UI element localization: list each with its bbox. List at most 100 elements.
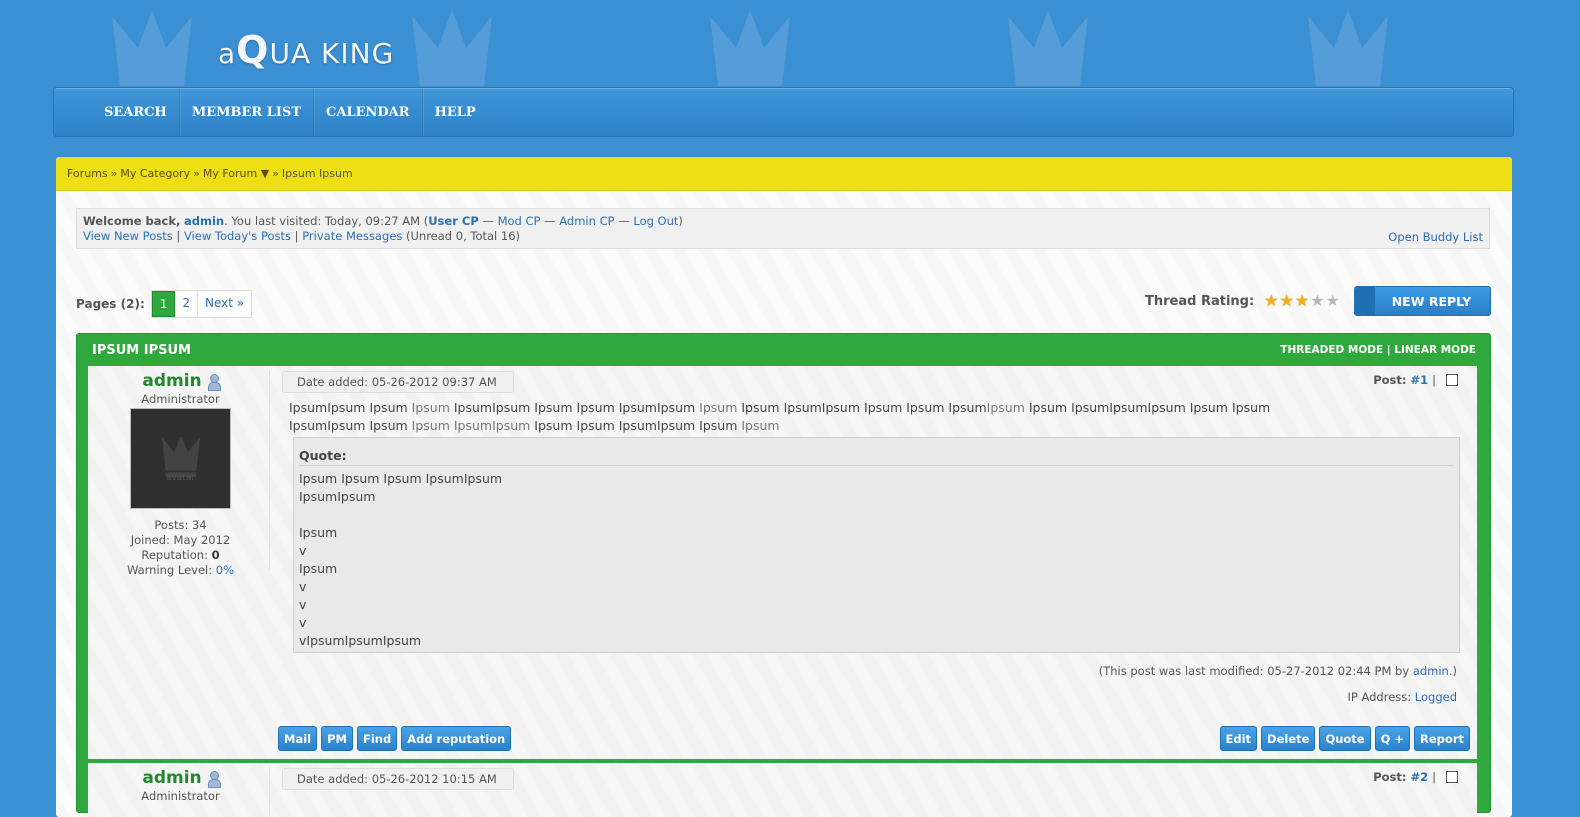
text: Ipsum xyxy=(699,400,738,415)
page-2[interactable]: 2 xyxy=(175,291,199,317)
author-name[interactable]: admin xyxy=(142,371,201,391)
page-1[interactable]: 1 xyxy=(151,291,176,317)
nav-calendar[interactable]: CALENDAR xyxy=(314,88,423,136)
quote-header: Quote: xyxy=(299,447,1454,466)
select-post-checkbox[interactable] xyxy=(1446,374,1458,386)
threaded-mode-link[interactable]: THREADED MODE xyxy=(1280,344,1383,356)
view-modes: THREADED MODE | LINEAR MODE xyxy=(1280,344,1476,356)
user-cp-link[interactable]: User CP xyxy=(428,214,479,228)
nav-help[interactable]: HELP xyxy=(423,88,488,136)
thread-header: IPSUM IPSUM THREADED MODE | LINEAR MODE xyxy=(77,334,1490,366)
find-button[interactable]: Find xyxy=(356,726,398,751)
modified-by-link[interactable]: admin xyxy=(1413,664,1449,678)
pm-counts: (Unread 0, Total 16) xyxy=(402,229,521,243)
next-page-link[interactable]: Next » xyxy=(198,291,251,317)
author-joined: Joined: May 2012 xyxy=(130,533,231,547)
author-divider xyxy=(269,767,270,817)
welcome-username[interactable]: admin xyxy=(184,214,224,228)
avatar-caption: avatar xyxy=(165,473,196,483)
star-icon[interactable]: ★ xyxy=(1264,293,1278,309)
quote-line: v xyxy=(299,543,307,558)
breadcrumb-category[interactable]: My Category xyxy=(120,167,190,180)
post: admin Administrator avatar Posts: 34 Joi… xyxy=(88,366,1477,759)
pipe: | xyxy=(1432,373,1436,387)
paren: ) xyxy=(678,214,683,228)
mail-button[interactable]: Mail xyxy=(278,726,318,751)
modified-suffix: .) xyxy=(1448,664,1457,678)
quote-line xyxy=(299,506,1454,524)
rating-stars[interactable]: ★ ★ ★ ★ ★ xyxy=(1264,293,1340,309)
star-icon[interactable]: ★ xyxy=(1310,293,1324,309)
pipe: | xyxy=(172,229,184,243)
edit-button[interactable]: Edit xyxy=(1219,726,1258,751)
dash: — xyxy=(614,214,634,228)
breadcrumb-sep: » xyxy=(193,167,200,180)
warning-level-link[interactable]: 0% xyxy=(216,563,234,577)
last-visited: . You last visited: Today, 09:27 AM ( xyxy=(224,214,429,228)
text: IpsumIpsum Ipsum xyxy=(289,400,412,415)
welcome-box: Welcome back, admin. You last visited: T… xyxy=(76,208,1490,249)
author-role: Administrator xyxy=(141,392,220,406)
star-icon[interactable]: ★ xyxy=(1326,293,1340,309)
quote-line: Ipsum xyxy=(299,561,338,576)
quote-line: Ipsum xyxy=(299,525,338,540)
ip-address: IP Address: Logged xyxy=(1347,690,1457,704)
add-reputation-button[interactable]: Add reputation xyxy=(401,726,512,751)
author-name[interactable]: admin xyxy=(142,768,201,788)
avatar[interactable]: avatar xyxy=(130,408,231,509)
multiquote-button[interactable]: Q + xyxy=(1374,726,1411,751)
welcome-greeting: Welcome back, xyxy=(83,214,181,228)
site-logo[interactable]: aQua king xyxy=(218,28,394,72)
admin-cp-link[interactable]: Admin CP xyxy=(559,214,614,228)
post-label: Post: xyxy=(1373,373,1407,387)
reputation-label: Reputation: xyxy=(141,548,212,562)
nav-search[interactable]: SEARCH xyxy=(92,88,180,136)
pm-button[interactable]: PM xyxy=(321,726,353,751)
pages-label: Pages (2): xyxy=(76,297,145,311)
quote-line: v xyxy=(299,597,307,612)
report-button[interactable]: Report xyxy=(1414,726,1470,751)
breadcrumb-current: Ipsum Ipsum xyxy=(281,167,353,180)
star-icon[interactable]: ★ xyxy=(1280,293,1294,309)
quote-line: v xyxy=(299,615,307,630)
dash: — xyxy=(540,214,560,228)
new-reply-icon xyxy=(1355,287,1375,315)
offline-user-icon xyxy=(207,373,221,391)
author-divider xyxy=(269,370,270,570)
quote-button[interactable]: Quote xyxy=(1319,726,1371,751)
linear-mode-link[interactable]: LINEAR MODE xyxy=(1394,344,1476,356)
select-post-checkbox[interactable] xyxy=(1446,771,1458,783)
nav-member-list[interactable]: MEMBER LIST xyxy=(180,88,315,136)
quote-line: IpsumIpsum xyxy=(299,489,376,504)
post-number: Post: #2 | xyxy=(1373,770,1458,784)
post-permalink[interactable]: #1 xyxy=(1410,373,1428,387)
text: Ipsum IpsumIpsum Ipsum Ipsum Ipsum xyxy=(737,400,987,415)
star-icon[interactable]: ★ xyxy=(1295,293,1309,309)
dash: — xyxy=(478,214,498,228)
breadcrumb-forums[interactable]: Forums xyxy=(67,167,108,180)
view-todays-posts-link[interactable]: View Today's Posts xyxy=(184,229,291,243)
pagination: Pages (2): 1 2 Next » xyxy=(76,290,253,318)
ip-logged-link[interactable]: Logged xyxy=(1415,690,1457,704)
delete-button[interactable]: Delete xyxy=(1261,726,1316,751)
thread-title: IPSUM IPSUM xyxy=(92,342,191,358)
post-date: Date added: 05-26-2012 10:15 AM xyxy=(282,768,514,790)
post-date: Date added: 05-26-2012 09:37 AM xyxy=(282,371,514,393)
mod-cp-link[interactable]: Mod CP xyxy=(498,214,541,228)
new-reply-button[interactable]: NEW REPLY xyxy=(1354,286,1491,316)
post: admin Administrator Date added: 05-26-20… xyxy=(88,763,1477,817)
private-messages-link[interactable]: Private Messages xyxy=(302,229,402,243)
main-nav: SEARCH MEMBER LIST CALENDAR HELP xyxy=(53,87,1514,137)
post-permalink[interactable]: #2 xyxy=(1410,770,1428,784)
view-new-posts-link[interactable]: View New Posts xyxy=(83,229,173,243)
breadcrumb-forum[interactable]: My Forum ▼ xyxy=(203,167,269,180)
pipe: | xyxy=(1432,770,1436,784)
quote-block: Quote: Ipsum Ipsum Ipsum IpsumIpsum Ipsu… xyxy=(293,437,1460,653)
text: IpsumIpsum Ipsum xyxy=(289,418,412,433)
open-buddy-list-link[interactable]: Open Buddy List xyxy=(1388,230,1483,245)
log-out-link[interactable]: Log Out xyxy=(633,214,678,228)
logo-prefix: a xyxy=(218,37,237,70)
text: IpsumIpsum Ipsum Ipsum IpsumIpsum xyxy=(449,400,700,415)
text: Ipsum IpsumIpsumIpsum Ipsum Ipsum xyxy=(1024,400,1271,415)
new-reply-label: NEW REPLY xyxy=(1391,293,1472,309)
